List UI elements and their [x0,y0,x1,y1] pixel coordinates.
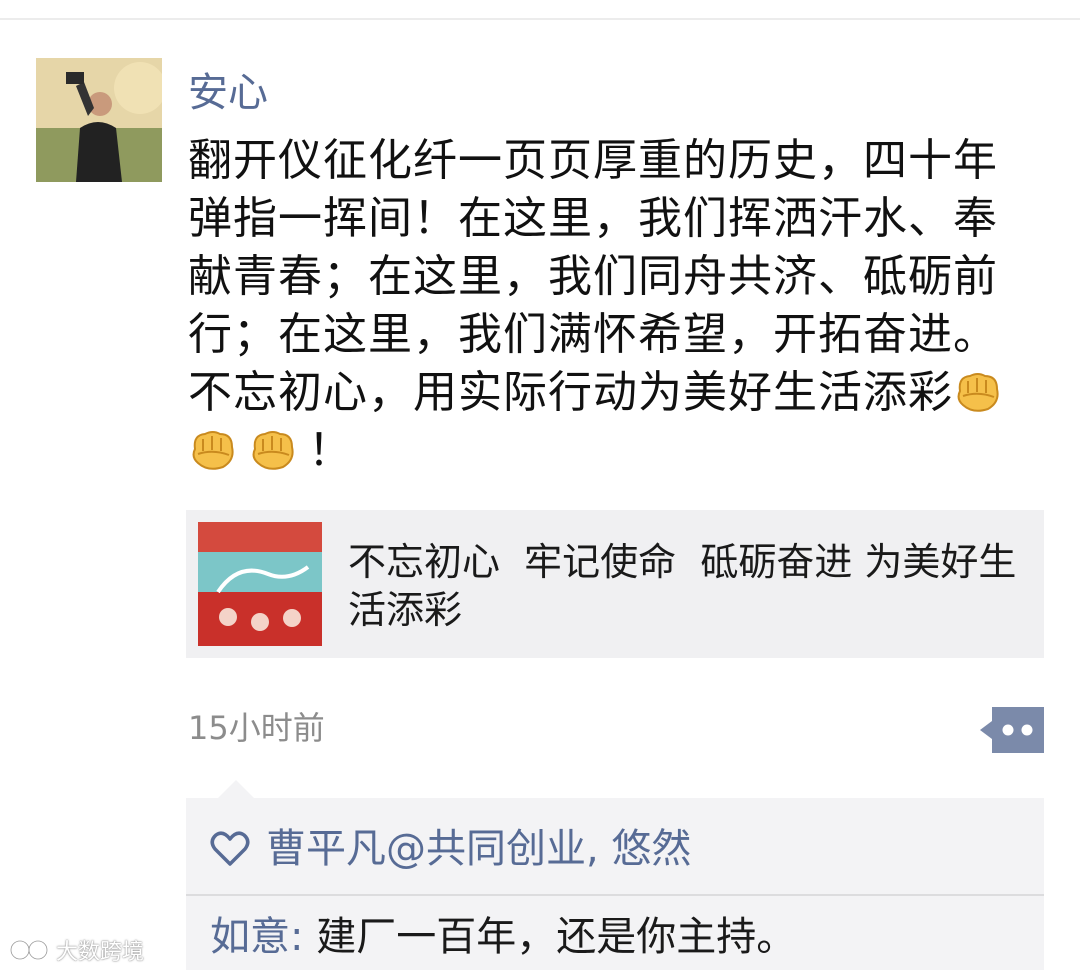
fist-emoji-icon [188,427,238,471]
fist-emoji-icon [953,369,1003,413]
more-dots-icon [980,707,1044,753]
heart-icon [210,831,250,866]
comment-author[interactable]: 如意 [210,914,290,960]
comment-item[interactable]: 如意: 建厂一百年，还是你主持。 [210,910,796,964]
post-text: 翻开仪征化纤一页页厚重的历史，四十年弹指一挥间！在这里，我们挥洒汗水、奉献青春；… [188,132,1018,480]
fist-emoji-icon [248,427,298,471]
avatar[interactable] [36,58,162,182]
post-author-name[interactable]: 安心 [188,66,268,120]
watermark-text: 大数跨境 [56,940,145,965]
shared-link-thumbnail [198,522,322,646]
likes-names[interactable]: 曹平凡@共同创业, 悠然 [266,822,691,876]
top-divider [0,18,1080,20]
interactions-area: 曹平凡@共同创业, 悠然 如意: 建厂一百年，还是你主持。 [186,798,1044,970]
watermark-logo-icon [9,939,49,961]
likes-row: 曹平凡@共同创业, 悠然 [210,822,691,876]
comment-divider [186,894,1044,896]
post-text-end: ！ [308,425,353,476]
comment-text: 建厂一百年，还是你主持。 [316,914,797,960]
post-timestamp: 15小时前 [188,709,325,747]
watermark: 大数跨境 [8,934,144,966]
comment-separator: : [290,914,317,960]
shared-link-title: 不忘初心 牢记使命 砥砺奋进 为美好生活添彩 [348,540,1017,632]
shared-link-card[interactable]: 不忘初心 牢记使命 砥砺奋进 为美好生活添彩 [186,510,1044,658]
avatar-photo [36,58,162,182]
comment-menu-button[interactable] [980,707,1044,753]
post-text-body: 翻开仪征化纤一页页厚重的历史，四十年弹指一挥间！在这里，我们挥洒汗水、奉献青春；… [188,135,998,418]
comment-area-caret [218,780,254,798]
